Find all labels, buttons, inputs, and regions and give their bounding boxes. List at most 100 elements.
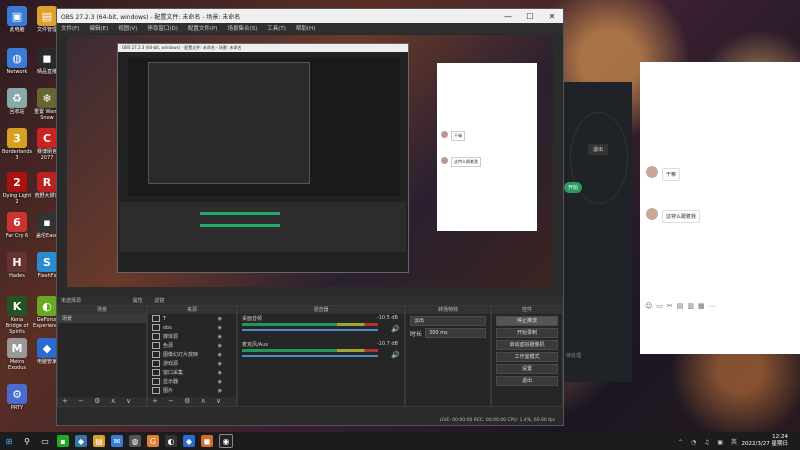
- menu-docks[interactable]: 停靠窗口(D): [147, 24, 178, 32]
- menu-scene-collection[interactable]: 场景集合(S): [227, 24, 257, 32]
- source-item[interactable]: 图片 ◉: [148, 386, 236, 395]
- source-item[interactable]: 图像幻灯片放映 ◉: [148, 350, 236, 359]
- nested-title: OBS 27.2.3 (64-bit, windows) - 配置文件: 未命名…: [118, 44, 408, 52]
- scene-item[interactable]: 场景: [58, 314, 146, 323]
- windows-start-icon[interactable]: ⊞: [3, 435, 15, 447]
- minimize-icon[interactable]: —: [497, 12, 519, 21]
- no-source-label: 未选择源: [61, 298, 82, 304]
- network-icon: ◍: [7, 48, 27, 68]
- desktop-icon-network[interactable]: ◍ Network: [2, 48, 32, 75]
- nested-preview: [128, 58, 400, 196]
- volume-slider[interactable]: [242, 329, 378, 331]
- mixer-dock: 混音器 桌面音频 -10.5 dB 🔊 麦克风/Aux -10.7 dB 🔊: [237, 305, 405, 407]
- menu-view[interactable]: 视图(V): [118, 24, 137, 32]
- shield-icon: ◆: [37, 338, 57, 358]
- obs-icon[interactable]: ◉: [219, 434, 233, 448]
- chat-toolbar[interactable]: ☺▭✂▤▥▦⋯: [645, 302, 720, 310]
- source-item[interactable]: 色源 ◉: [148, 341, 236, 350]
- chat-message: 干嘛: [451, 131, 465, 141]
- system-tray[interactable]: ⌃ ◔ ♫ ▣ 英: [678, 437, 740, 446]
- game-icon: H: [7, 252, 27, 272]
- sources-title: 来源: [148, 306, 236, 314]
- app-icon[interactable]: ◆: [75, 435, 87, 447]
- desktop-icon-metro[interactable]: M Metro Exodus: [2, 338, 32, 371]
- menu-bar: 文件(F) 编辑(E) 视图(V) 停靠窗口(D) 配置文件(P) 场景集合(S…: [57, 23, 563, 33]
- controls-dock: 控件 停止推流 开始录制 启动虚拟摄像机 工作室模式 设置 退出: [491, 305, 563, 407]
- source-item[interactable]: 游戏源 ◉: [148, 359, 236, 368]
- folder-icon[interactable]: ▤: [93, 435, 105, 447]
- chat-message: 这特么跟着我: [451, 157, 481, 167]
- app-icon[interactable]: ▪: [57, 435, 69, 447]
- desktop-icon-prty[interactable]: ⚙ PRTY: [2, 384, 32, 411]
- track-db: -10.5 dB: [376, 315, 398, 321]
- desktop-icon-dying-light[interactable]: 2 Dying Light 2: [2, 172, 32, 205]
- app-icon[interactable]: ✉: [111, 435, 123, 447]
- clock[interactable]: 12:24 2022/3/27 星期日: [742, 434, 788, 448]
- speaker-icon[interactable]: 🔊: [391, 325, 400, 333]
- filters-button[interactable]: 滤镜: [154, 298, 164, 304]
- volume-slider[interactable]: [242, 355, 378, 357]
- search-icon[interactable]: ⚲: [21, 435, 33, 447]
- app-icon[interactable]: ◆: [183, 435, 195, 447]
- settings-button[interactable]: 设置: [496, 364, 558, 374]
- transitions-title: 转场特效: [406, 306, 490, 314]
- start-badge[interactable]: 开始: [564, 182, 583, 193]
- duration-input[interactable]: 300 ms: [425, 328, 486, 338]
- menu-tools[interactable]: 工具(T): [267, 24, 286, 32]
- transition-select[interactable]: 淡出: [410, 316, 486, 326]
- sources-footer-controls[interactable]: + − ⚙ ∧ ∨: [148, 397, 236, 406]
- window-titlebar[interactable]: OBS 27.2.3 (64-bit, windows) - 配置文件: 未命名…: [57, 9, 563, 23]
- obs-preview-canvas[interactable]: OBS 27.2.3 (64-bit, windows) - 配置文件: 未命名…: [67, 35, 553, 287]
- menu-help[interactable]: 帮助(H): [296, 24, 315, 32]
- visibility-icon: ◉: [217, 360, 222, 367]
- game-icon: ❄: [37, 88, 57, 108]
- maximize-icon[interactable]: ☐: [519, 12, 541, 21]
- stop-streaming-button[interactable]: 停止推流: [496, 316, 558, 326]
- properties-button[interactable]: 属性: [133, 298, 143, 304]
- app-icon[interactable]: G: [147, 435, 159, 447]
- mixer-track: 麦克风/Aux -10.7 dB 🔊: [238, 340, 404, 366]
- visibility-icon: ◉: [217, 333, 222, 340]
- close-icon[interactable]: ✕: [541, 12, 563, 21]
- source-item[interactable]: obs ◉: [148, 323, 236, 332]
- scenes-footer-controls[interactable]: + − ⚙ ∧ ∨: [58, 397, 146, 406]
- desktop-icon-recycle[interactable]: ♻ 回收站: [2, 88, 32, 115]
- transitions-dock: 转场特效 淡出 时长 300 ms: [405, 305, 491, 407]
- source-item[interactable]: 窗口采集 ◉: [148, 368, 236, 377]
- virtual-camera-button[interactable]: 启动虚拟摄像机: [496, 340, 558, 350]
- visibility-icon: ◉: [217, 387, 222, 394]
- exit-button[interactable]: 退出: [496, 376, 558, 386]
- mixer-title: 混音器: [238, 306, 404, 314]
- start-recording-button[interactable]: 开始录制: [496, 328, 558, 338]
- source-item[interactable]: T ◉: [148, 314, 236, 323]
- desktop-icon-this-pc[interactable]: ▣ 此电脑: [2, 6, 32, 33]
- speaker-icon[interactable]: 🔊: [391, 351, 400, 359]
- menu-edit[interactable]: 编辑(E): [89, 24, 108, 32]
- desktop-icon-hades[interactable]: H Hades: [2, 252, 32, 279]
- menu-file[interactable]: 文件(F): [61, 24, 79, 32]
- desktop-icon-kena[interactable]: K Kena Bridge of Spirits: [2, 296, 32, 335]
- menu-profile[interactable]: 配置文件(P): [188, 24, 218, 32]
- visibility-icon: ◉: [217, 342, 222, 349]
- app-icon: ◼: [37, 48, 57, 68]
- app-icon[interactable]: ◐: [165, 435, 177, 447]
- clock-time: 12:24: [772, 434, 788, 440]
- app-icon[interactable]: ◼: [201, 435, 213, 447]
- app-icon: S: [37, 252, 57, 272]
- window-title: OBS 27.2.3 (64-bit, windows) - 配置文件: 未命名…: [61, 13, 241, 21]
- volume-meter: [242, 349, 378, 352]
- task-view-icon[interactable]: ▭: [39, 435, 51, 447]
- desktop-icon-borderlands[interactable]: 3 Borderlands 3: [2, 128, 32, 161]
- app-icon[interactable]: ◍: [129, 435, 141, 447]
- track-db: -10.7 dB: [376, 341, 398, 347]
- source-item[interactable]: 媒体源 ◉: [148, 332, 236, 341]
- desktop-icon-farcry[interactable]: 6 Far Cry 6: [2, 212, 32, 239]
- exit-button[interactable]: 退出: [588, 144, 609, 155]
- pending-label: 待处理: [566, 353, 582, 359]
- app-icon: ▪: [37, 212, 57, 232]
- visibility-icon: ◉: [217, 324, 222, 331]
- folder-icon: ▤: [37, 6, 57, 26]
- source-item[interactable]: 显示器 ◉: [148, 377, 236, 386]
- scenes-dock: 场景 场景 + − ⚙ ∧ ∨: [57, 305, 147, 407]
- studio-mode-button[interactable]: 工作室模式: [496, 352, 558, 362]
